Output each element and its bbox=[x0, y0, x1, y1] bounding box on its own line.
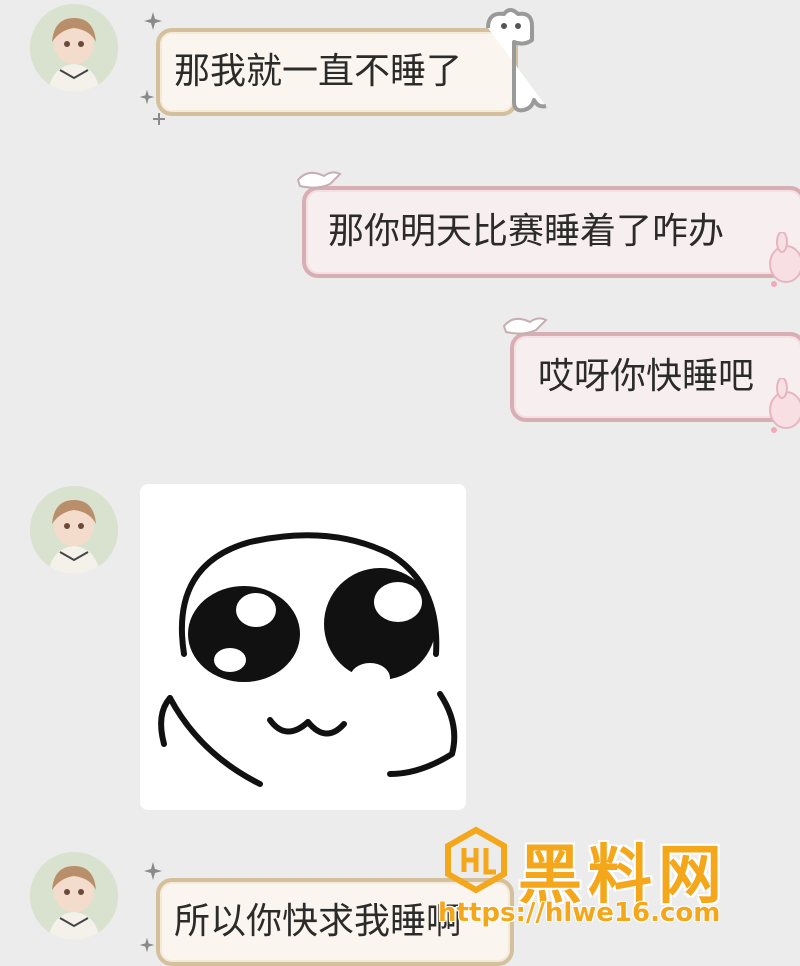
sticker-image[interactable] bbox=[140, 484, 466, 810]
avatar[interactable] bbox=[30, 852, 118, 940]
sparkle-icon bbox=[139, 937, 155, 953]
message-text: 哎呀你快睡吧 bbox=[538, 356, 755, 397]
message-text: 那你明天比赛睡着了咋办 bbox=[328, 211, 725, 252]
plus-sparkle-icon bbox=[153, 113, 165, 125]
crying-face-sticker-icon bbox=[158, 532, 458, 787]
message-text: 那我就一直不睡了 bbox=[174, 51, 463, 92]
wing-decoration-icon bbox=[502, 317, 548, 335]
bunny-decoration-icon bbox=[769, 232, 800, 287]
cat-decoration-icon bbox=[486, 8, 547, 113]
sparkle-icon bbox=[139, 89, 155, 105]
anime-avatar-icon bbox=[30, 852, 118, 940]
avatar[interactable] bbox=[30, 486, 118, 574]
wing-decoration-icon bbox=[296, 171, 342, 189]
avatar[interactable] bbox=[30, 4, 118, 92]
watermark-logo-icon bbox=[445, 826, 507, 894]
message-bubble-outgoing[interactable]: 哎呀你快睡吧 bbox=[510, 332, 800, 422]
watermark: 黑料网 https://hlwe16.com bbox=[438, 818, 798, 958]
message-bubble-incoming[interactable]: 那我就一直不睡了 bbox=[156, 28, 518, 116]
watermark-url: https://hlwe16.com bbox=[438, 898, 721, 928]
message-text: 所以你快求我睡啊 bbox=[174, 901, 463, 942]
sparkle-icon bbox=[144, 862, 162, 880]
anime-avatar-icon bbox=[30, 4, 118, 92]
bunny-decoration-icon bbox=[769, 378, 800, 433]
sparkle-icon bbox=[144, 12, 162, 30]
message-bubble-outgoing[interactable]: 那你明天比赛睡着了咋办 bbox=[302, 186, 800, 278]
anime-avatar-icon bbox=[30, 486, 118, 574]
